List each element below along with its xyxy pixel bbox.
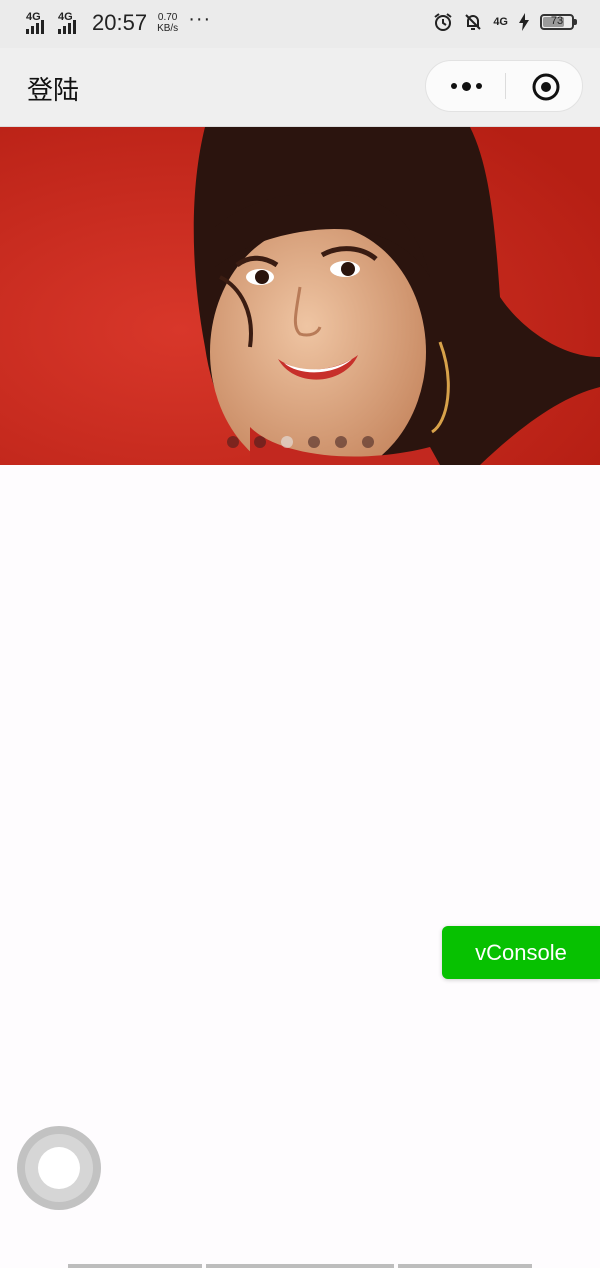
floating-assistive-button[interactable] — [17, 1126, 101, 1210]
carousel-dot[interactable] — [361, 436, 374, 448]
alarm-icon — [434, 13, 452, 31]
status-left: 4G 4G 20:57 0.70 KB/s ··· — [26, 7, 212, 36]
navigation-bar: 登陆 — [0, 48, 600, 127]
network-speed: 0.70 KB/s — [157, 12, 179, 34]
carousel-dot[interactable] — [307, 436, 320, 448]
tab-indicator — [206, 1264, 394, 1268]
carousel-indicators — [0, 436, 600, 448]
more-dots-icon[interactable] — [444, 61, 488, 111]
carousel-dot[interactable] — [253, 436, 266, 448]
tab-indicator — [398, 1264, 532, 1268]
status-bar: 4G 4G 20:57 0.70 KB/s ··· 4G 73 — [0, 0, 600, 48]
signal-icon: 4G — [58, 11, 84, 34]
bottom-tab-strip — [68, 1264, 532, 1268]
carousel-dot[interactable] — [280, 436, 293, 448]
battery-icon: 73 — [540, 14, 577, 30]
dnd-bell-icon — [465, 14, 482, 30]
network-type: 4G — [493, 16, 508, 28]
miniprogram-capsule — [425, 60, 583, 112]
tab-indicator — [68, 1264, 202, 1268]
carousel-dot[interactable] — [334, 436, 347, 448]
status-time: 20:57 — [92, 10, 148, 35]
page-title: 登陆 — [27, 75, 80, 105]
charging-bolt-icon — [519, 13, 529, 31]
status-right: 4G 73 — [433, 12, 577, 32]
capsule-divider — [505, 73, 506, 99]
carousel-dot[interactable] — [226, 436, 239, 448]
banner-carousel[interactable] — [0, 127, 600, 465]
vconsole-button[interactable]: vConsole — [442, 926, 600, 979]
target-close-icon[interactable] — [532, 73, 560, 101]
banner-photo — [0, 127, 600, 465]
signal-icon: 4G — [26, 11, 52, 34]
more-notifications-icon: ··· — [188, 7, 212, 30]
